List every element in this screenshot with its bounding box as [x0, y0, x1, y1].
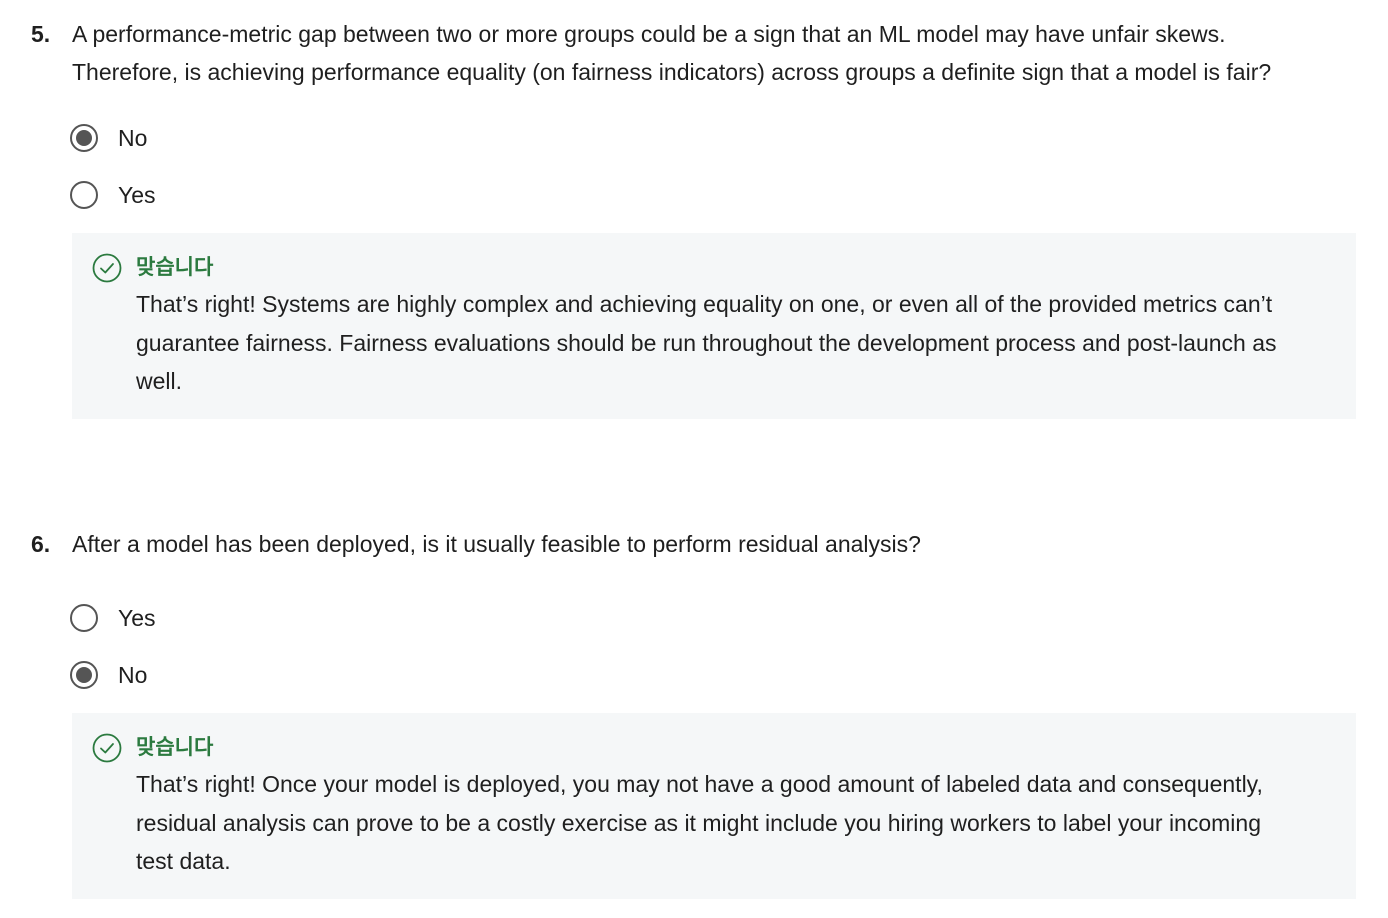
- radio-button[interactable]: [70, 604, 98, 632]
- feedback-text: That’s right! Once your model is deploye…: [136, 765, 1336, 881]
- check-circle-icon: [92, 253, 122, 283]
- feedback-line: test data.: [136, 848, 231, 874]
- feedback-line: well.: [136, 368, 183, 394]
- option-label: Yes: [118, 181, 156, 208]
- option-yes[interactable]: Yes: [70, 178, 156, 212]
- option-no[interactable]: No: [70, 121, 147, 155]
- feedback-panel: 맞습니다 That’s right! Systems are highly co…: [72, 233, 1356, 419]
- feedback-line: That’s right! Systems are highly complex…: [136, 291, 1273, 317]
- feedback-line: residual analysis can prove to be a cost…: [136, 809, 1261, 836]
- question-text: After a model has been deployed, is it u…: [72, 525, 1372, 563]
- question-text-line: Therefore, is achieving performance equa…: [72, 59, 1272, 85]
- feedback-line: That’s right! Once your model is deploye…: [136, 771, 1263, 797]
- question-number: 6.: [31, 531, 51, 557]
- option-label: No: [118, 124, 148, 151]
- feedback-status: 맞습니다: [136, 736, 214, 759]
- radio-button-selected[interactable]: [70, 124, 98, 152]
- feedback-text: That’s right! Systems are highly complex…: [136, 285, 1336, 401]
- feedback-panel: 맞습니다 That’s right! Once your model is de…: [72, 713, 1356, 899]
- radio-button[interactable]: [70, 181, 98, 209]
- option-yes[interactable]: Yes: [70, 601, 156, 635]
- check-circle-icon: [92, 733, 122, 763]
- option-label: No: [118, 661, 148, 688]
- feedback-line: guarantee fairness. Fairness evaluations…: [136, 329, 1277, 356]
- question-text-line: After a model has been deployed, is it u…: [72, 531, 921, 557]
- option-label: Yes: [118, 604, 156, 631]
- feedback-status: 맞습니다: [136, 256, 214, 279]
- option-no[interactable]: No: [70, 658, 147, 692]
- question-number: 5.: [31, 21, 51, 47]
- question-text: A performance-metric gap between two or …: [72, 15, 1372, 91]
- question-text-line: A performance-metric gap between two or …: [72, 21, 1226, 47]
- radio-button-selected[interactable]: [70, 661, 98, 689]
